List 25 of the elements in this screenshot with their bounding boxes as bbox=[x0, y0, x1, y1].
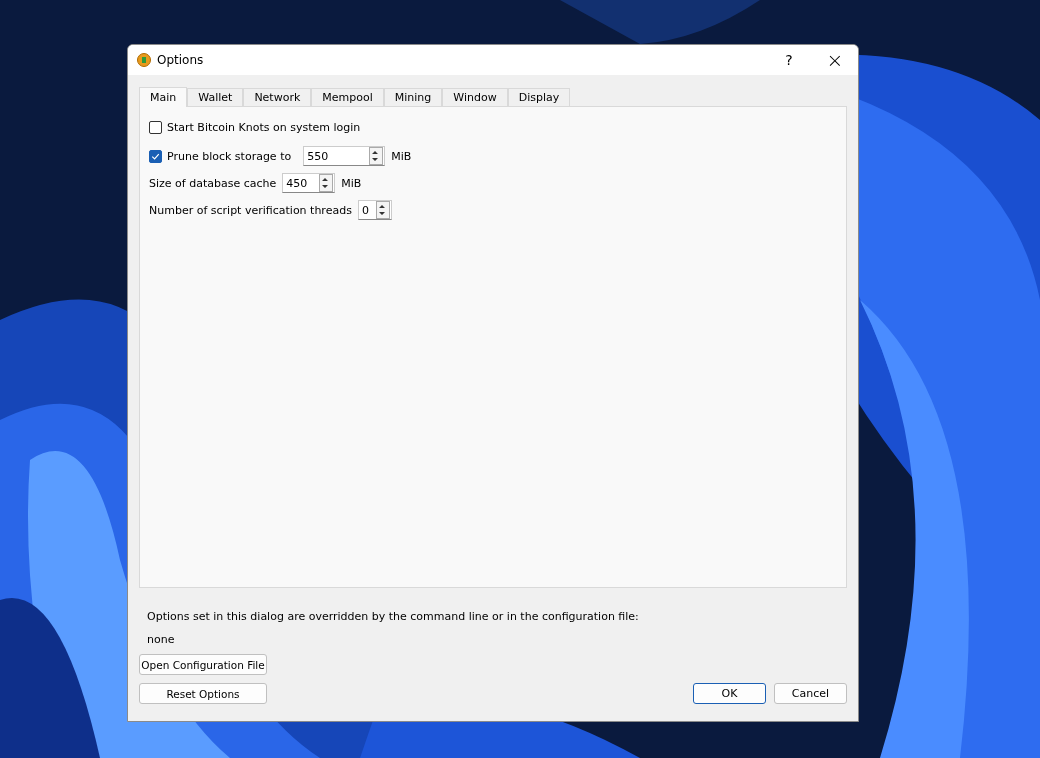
tab[interactable]: Network bbox=[243, 88, 312, 106]
cancel-button[interactable]: Cancel bbox=[774, 683, 847, 704]
spin-box[interactable]: 450 bbox=[282, 173, 336, 193]
tab[interactable]: Window bbox=[442, 88, 508, 106]
window-title: Options bbox=[157, 53, 204, 67]
tab[interactable]: Display bbox=[507, 88, 571, 106]
setting-label: Prune block storage to bbox=[167, 149, 292, 163]
override-note: Options set in this dialog are overridden by the command line or in the configuration file: bbox=[146, 610, 640, 623]
setting-label: Size of database cache bbox=[149, 176, 277, 190]
unit-label: MiB bbox=[341, 176, 362, 190]
spin-box[interactable]: 550 bbox=[303, 146, 386, 166]
unit-label: MiB bbox=[391, 149, 412, 163]
tab[interactable]: Mining bbox=[383, 88, 443, 106]
reset-button[interactable]: Reset Options bbox=[139, 683, 267, 704]
tab[interactable]: Mempool bbox=[311, 88, 384, 106]
setting-label: Number of script verification threads bbox=[149, 203, 352, 217]
open-config-button[interactable]: Open Configuration File bbox=[139, 654, 267, 675]
close-button[interactable]: × bbox=[812, 45, 858, 75]
tab[interactable]: Main bbox=[139, 87, 188, 107]
override-value: none bbox=[146, 633, 176, 646]
help-button[interactable]: ? bbox=[766, 45, 812, 75]
setting-label: Start Bitcoin Knots on system login bbox=[167, 120, 361, 134]
spin-box[interactable]: 0 bbox=[357, 200, 392, 220]
ok-button[interactable]: OK bbox=[693, 683, 766, 704]
tab[interactable]: Wallet bbox=[187, 88, 244, 106]
